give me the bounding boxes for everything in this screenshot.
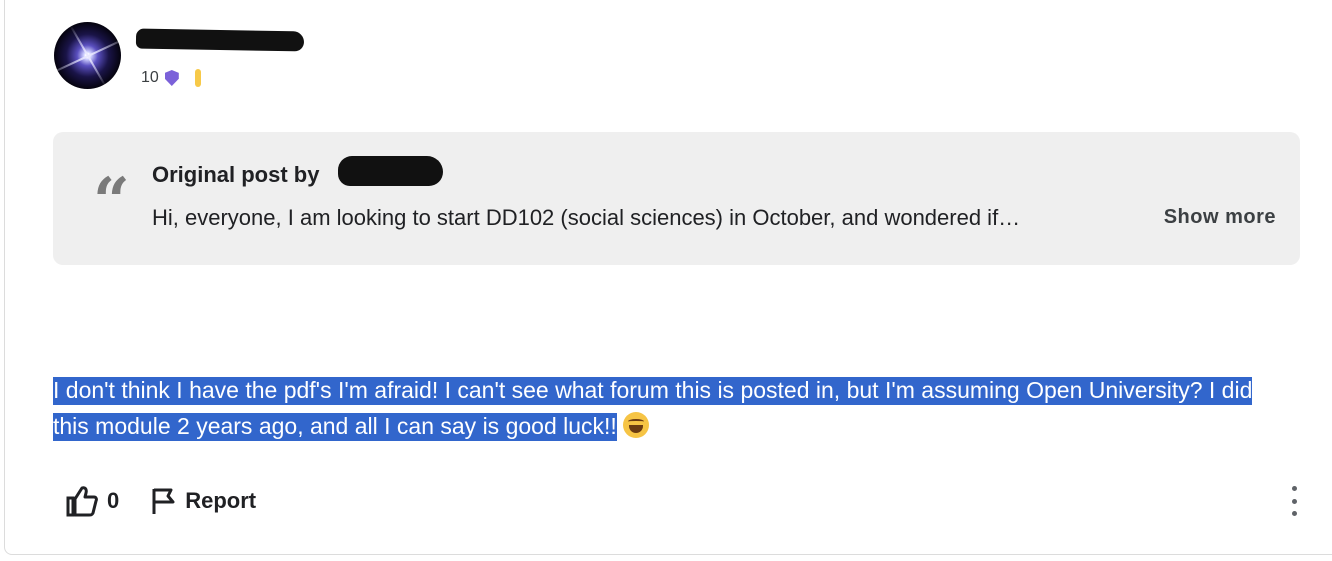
username-redacted: [135, 28, 305, 52]
report-button[interactable]: Report: [151, 486, 256, 516]
dot: [1291, 486, 1297, 491]
flag-icon: [152, 488, 175, 514]
dot: [1291, 498, 1297, 504]
like-count: 0: [107, 488, 120, 513]
report-label: Report: [185, 488, 257, 513]
quoted-post: “ Original post by Hi, everyone, I am lo…: [53, 132, 1300, 265]
show-more-button[interactable]: Show more: [1164, 206, 1276, 229]
quote-icon: “: [93, 164, 130, 239]
quote-title: Original post by: [152, 162, 320, 187]
avatar[interactable]: [54, 22, 121, 89]
post-card: [4, 0, 1332, 555]
like-button[interactable]: 0: [65, 485, 119, 517]
reply-body: I don't think I have the pdf's I'm afrai…: [53, 372, 1283, 444]
quote-excerpt: Hi, everyone, I am looking to start DD10…: [152, 205, 1021, 230]
quote-author-redacted: [338, 156, 443, 186]
shield-badge-icon: [164, 70, 179, 86]
dot: [1291, 511, 1297, 516]
post-actions: 0 Report: [65, 484, 256, 518]
laughing-tears-emoji-icon: [622, 412, 649, 438]
thumbs-up-icon: [66, 486, 98, 517]
reply-text: I don't think I have the pdf's I'm afrai…: [53, 377, 1253, 441]
more-options-icon[interactable]: [1285, 486, 1303, 516]
author-meta: 10: [141, 68, 201, 88]
status-pill-icon: [194, 69, 201, 87]
author-level: 10: [141, 69, 159, 86]
